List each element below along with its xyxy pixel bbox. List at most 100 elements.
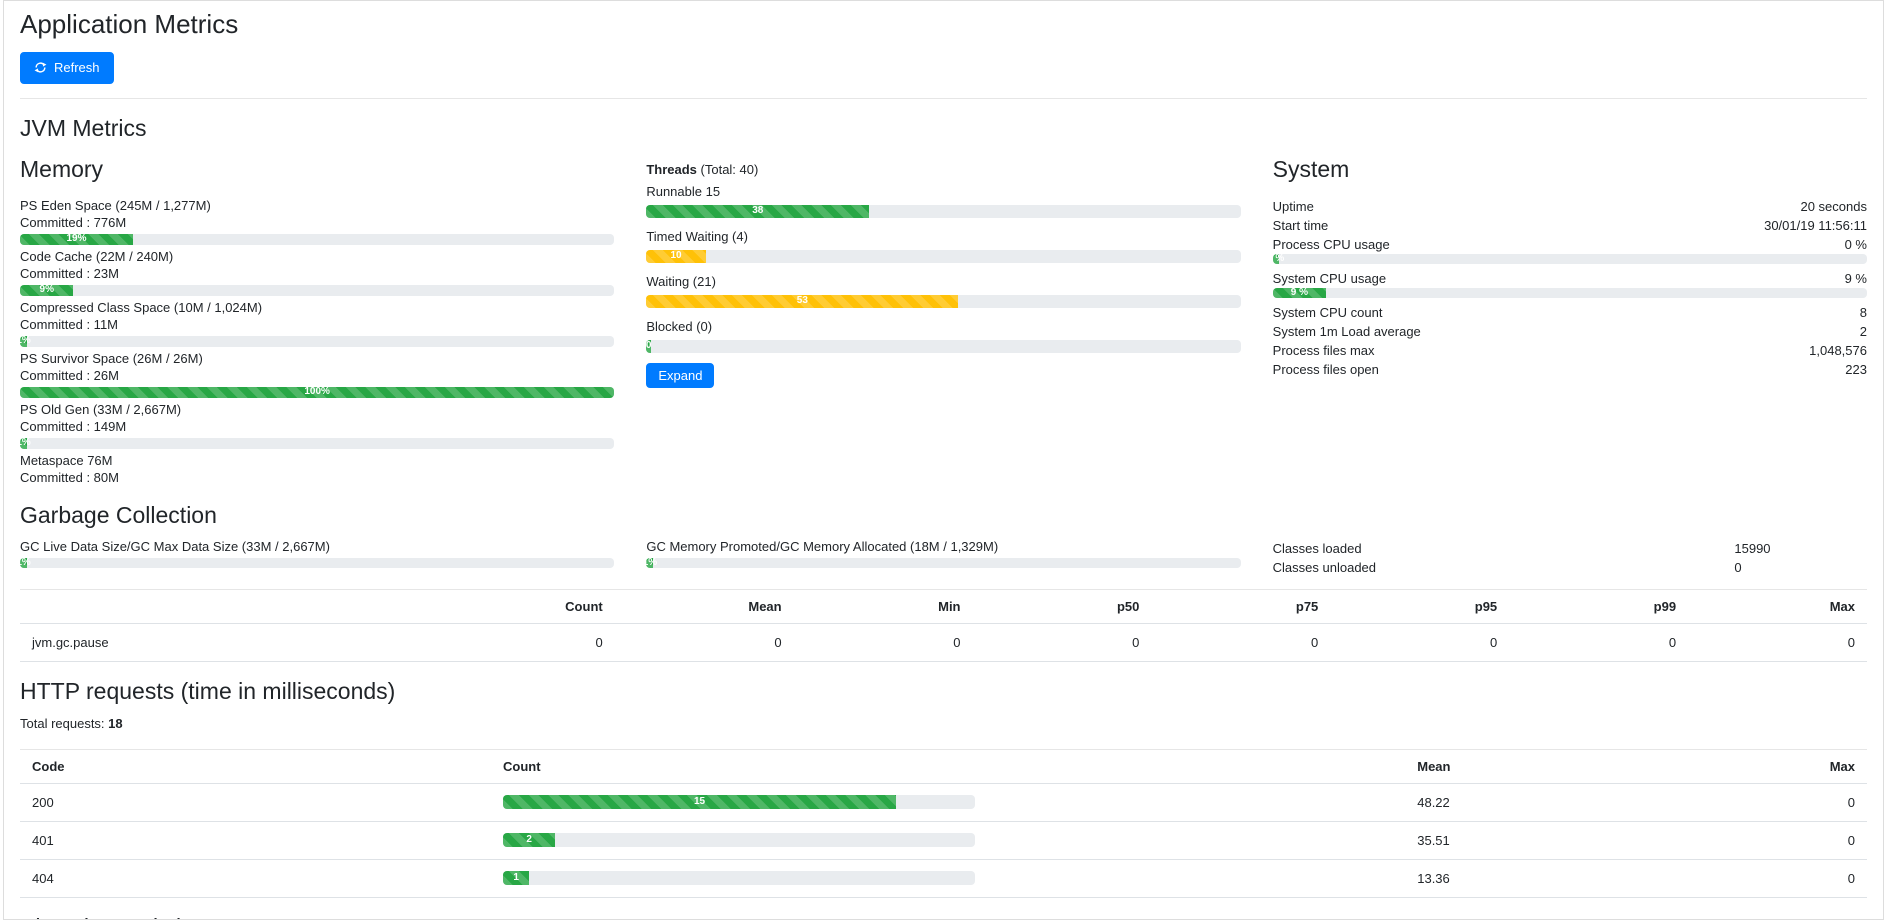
thread-progress-bar: 53 bbox=[646, 295, 1240, 308]
gc-col-min: Min bbox=[794, 589, 973, 623]
system-cpu-progress-bar: 9 % bbox=[1273, 288, 1867, 298]
thread-label: Waiting (21) bbox=[646, 273, 1240, 291]
http-table-header-row: Code Count Mean Max bbox=[20, 749, 1867, 783]
gc-classes-column: Classes loaded 15990 Classes unloaded 0 bbox=[1273, 539, 1867, 577]
http-requests-table: Code Count Mean Max 200 15 48.22 0 bbox=[20, 749, 1867, 898]
classes-unloaded-label: Classes unloaded bbox=[1273, 558, 1719, 577]
http-col-max: Max bbox=[1664, 749, 1867, 783]
gc-bar-label: GC Memory Promoted/GC Memory Allocated (… bbox=[646, 539, 1240, 555]
progress-bar-label: 100% bbox=[304, 387, 330, 397]
memory-progress-bar: 1% bbox=[20, 336, 614, 347]
system-row-load-average: System 1m Load average 2 bbox=[1273, 322, 1867, 341]
thread-label: Runnable 15 bbox=[646, 183, 1240, 201]
http-mean: 13.36 bbox=[1405, 859, 1664, 897]
http-mean: 48.22 bbox=[1405, 783, 1664, 821]
process-cpu-progress-bar: 0 % bbox=[1273, 254, 1867, 264]
classes-loaded-value: 15990 bbox=[1718, 539, 1867, 558]
http-code: 401 bbox=[20, 821, 491, 859]
system-row-value: 30/01/19 11:56:11 bbox=[1764, 216, 1867, 235]
memory-item-label: PS Eden Space (245M / 1,277M) bbox=[20, 197, 614, 214]
gc-pause-mean: 0 bbox=[615, 623, 794, 661]
progress-bar-label: 1% bbox=[20, 336, 31, 346]
thread-progress-bar: 0 bbox=[646, 340, 1240, 353]
progress-bar-label: 2 bbox=[526, 835, 532, 845]
progress-bar-label: 9% bbox=[40, 285, 54, 295]
http-code: 404 bbox=[20, 859, 491, 897]
progress-bar-label: 0 % bbox=[1273, 254, 1285, 264]
memory-item-ps-survivor: PS Survivor Space (26M / 26M) Committed … bbox=[20, 350, 614, 398]
expand-threads-button[interactable]: Expand bbox=[646, 363, 714, 389]
gc-heading: Garbage Collection bbox=[20, 502, 1867, 529]
progress-bar-label: 1 bbox=[513, 873, 519, 883]
http-col-count: Count bbox=[491, 749, 1405, 783]
memory-item-code-cache: Code Cache (22M / 240M) Committed : 23M … bbox=[20, 248, 614, 296]
system-row-label: System 1m Load average bbox=[1273, 322, 1421, 341]
thread-label: Timed Waiting (4) bbox=[646, 228, 1240, 246]
system-row-value: 0 % bbox=[1845, 235, 1867, 254]
refresh-button[interactable]: Refresh bbox=[20, 52, 114, 84]
progress-bar-label: 1% bbox=[646, 558, 657, 568]
memory-progress-bar: 9% bbox=[20, 285, 614, 296]
system-row-uptime: Uptime 20 seconds bbox=[1273, 197, 1867, 216]
progress-bar-label: 53 bbox=[797, 296, 808, 306]
gc-col-name bbox=[20, 589, 436, 623]
header-divider bbox=[20, 98, 1867, 99]
gc-pause-name: jvm.gc.pause bbox=[20, 623, 436, 661]
http-max: 0 bbox=[1664, 859, 1867, 897]
system-heading: System bbox=[1273, 156, 1867, 183]
system-row-value: 8 bbox=[1860, 303, 1867, 322]
metrics-page: Application Metrics Refresh JVM Metrics … bbox=[3, 0, 1884, 920]
memory-item-label: Compressed Class Space (10M / 1,024M) bbox=[20, 299, 614, 316]
http-max: 0 bbox=[1664, 821, 1867, 859]
gc-pause-p50: 0 bbox=[973, 623, 1152, 661]
progress-bar-label: 10 bbox=[670, 251, 681, 261]
http-count-progress-bar: 1 bbox=[503, 871, 975, 885]
total-requests: Total requests: 18 bbox=[20, 715, 1867, 733]
system-row-cpu-count: System CPU count 8 bbox=[1273, 303, 1867, 322]
gc-memory-promoted-progress-bar: 1% bbox=[646, 558, 1240, 568]
gc-col-p95: p95 bbox=[1330, 589, 1509, 623]
memory-item-committed: Committed : 26M bbox=[20, 367, 614, 384]
memory-item-ps-old-gen: PS Old Gen (33M / 2,667M) Committed : 14… bbox=[20, 401, 614, 449]
gc-pause-p75: 0 bbox=[1151, 623, 1330, 661]
system-row-start-time: Start time 30/01/19 11:56:11 bbox=[1273, 216, 1867, 235]
progress-bar-label: 38 bbox=[752, 206, 763, 216]
gc-live-data-progress-bar: 1% bbox=[20, 558, 614, 568]
memory-heading: Memory bbox=[20, 156, 614, 183]
gc-live-data-column: GC Live Data Size/GC Max Data Size (33M … bbox=[20, 539, 614, 577]
classes-unloaded-value: 0 bbox=[1718, 558, 1867, 577]
gc-pause-min: 0 bbox=[794, 623, 973, 661]
http-max: 0 bbox=[1664, 783, 1867, 821]
progress-bar-label: 19% bbox=[66, 234, 86, 244]
http-col-mean: Mean bbox=[1405, 749, 1664, 783]
system-row-value: 1,048,576 bbox=[1809, 341, 1867, 360]
system-row-label: Process files max bbox=[1273, 341, 1375, 360]
system-row-value: 223 bbox=[1845, 360, 1867, 379]
system-row-files-open: Process files open 223 bbox=[1273, 360, 1867, 379]
memory-progress-bar: 100% bbox=[20, 387, 614, 398]
memory-item-label: PS Old Gen (33M / 2,667M) bbox=[20, 401, 614, 418]
http-col-code: Code bbox=[20, 749, 491, 783]
progress-bar-label: 1% bbox=[20, 438, 31, 448]
page-title: Application Metrics bbox=[20, 9, 1867, 40]
memory-item-label: PS Survivor Space (26M / 26M) bbox=[20, 350, 614, 367]
memory-item-metaspace: Metaspace 76M Committed : 80M bbox=[20, 452, 614, 486]
memory-item-committed: Committed : 80M bbox=[20, 469, 614, 486]
gc-pause-count: 0 bbox=[436, 623, 615, 661]
gc-pause-p95: 0 bbox=[1330, 623, 1509, 661]
memory-item-compressed-class: Compressed Class Space (10M / 1,024M) Co… bbox=[20, 299, 614, 347]
gc-bar-label: GC Live Data Size/GC Max Data Size (33M … bbox=[20, 539, 614, 555]
memory-item-committed: Committed : 23M bbox=[20, 265, 614, 282]
threads-title-total: (Total: 40) bbox=[697, 162, 758, 177]
memory-progress-bar: 19% bbox=[20, 234, 614, 245]
ehcache-heading: Ehcache statistics bbox=[20, 914, 1867, 920]
threads-title-bold: Threads bbox=[646, 162, 697, 177]
system-row-files-max: Process files max 1,048,576 bbox=[1273, 341, 1867, 360]
memory-item-committed: Committed : 149M bbox=[20, 418, 614, 435]
progress-bar-label: 15 bbox=[694, 797, 705, 807]
system-row-value: 20 seconds bbox=[1800, 197, 1867, 216]
memory-column: Memory PS Eden Space (245M / 1,277M) Com… bbox=[20, 152, 614, 486]
gc-col-p99: p99 bbox=[1509, 589, 1688, 623]
http-count-progress-bar: 15 bbox=[503, 795, 975, 809]
total-requests-value: 18 bbox=[108, 716, 122, 731]
